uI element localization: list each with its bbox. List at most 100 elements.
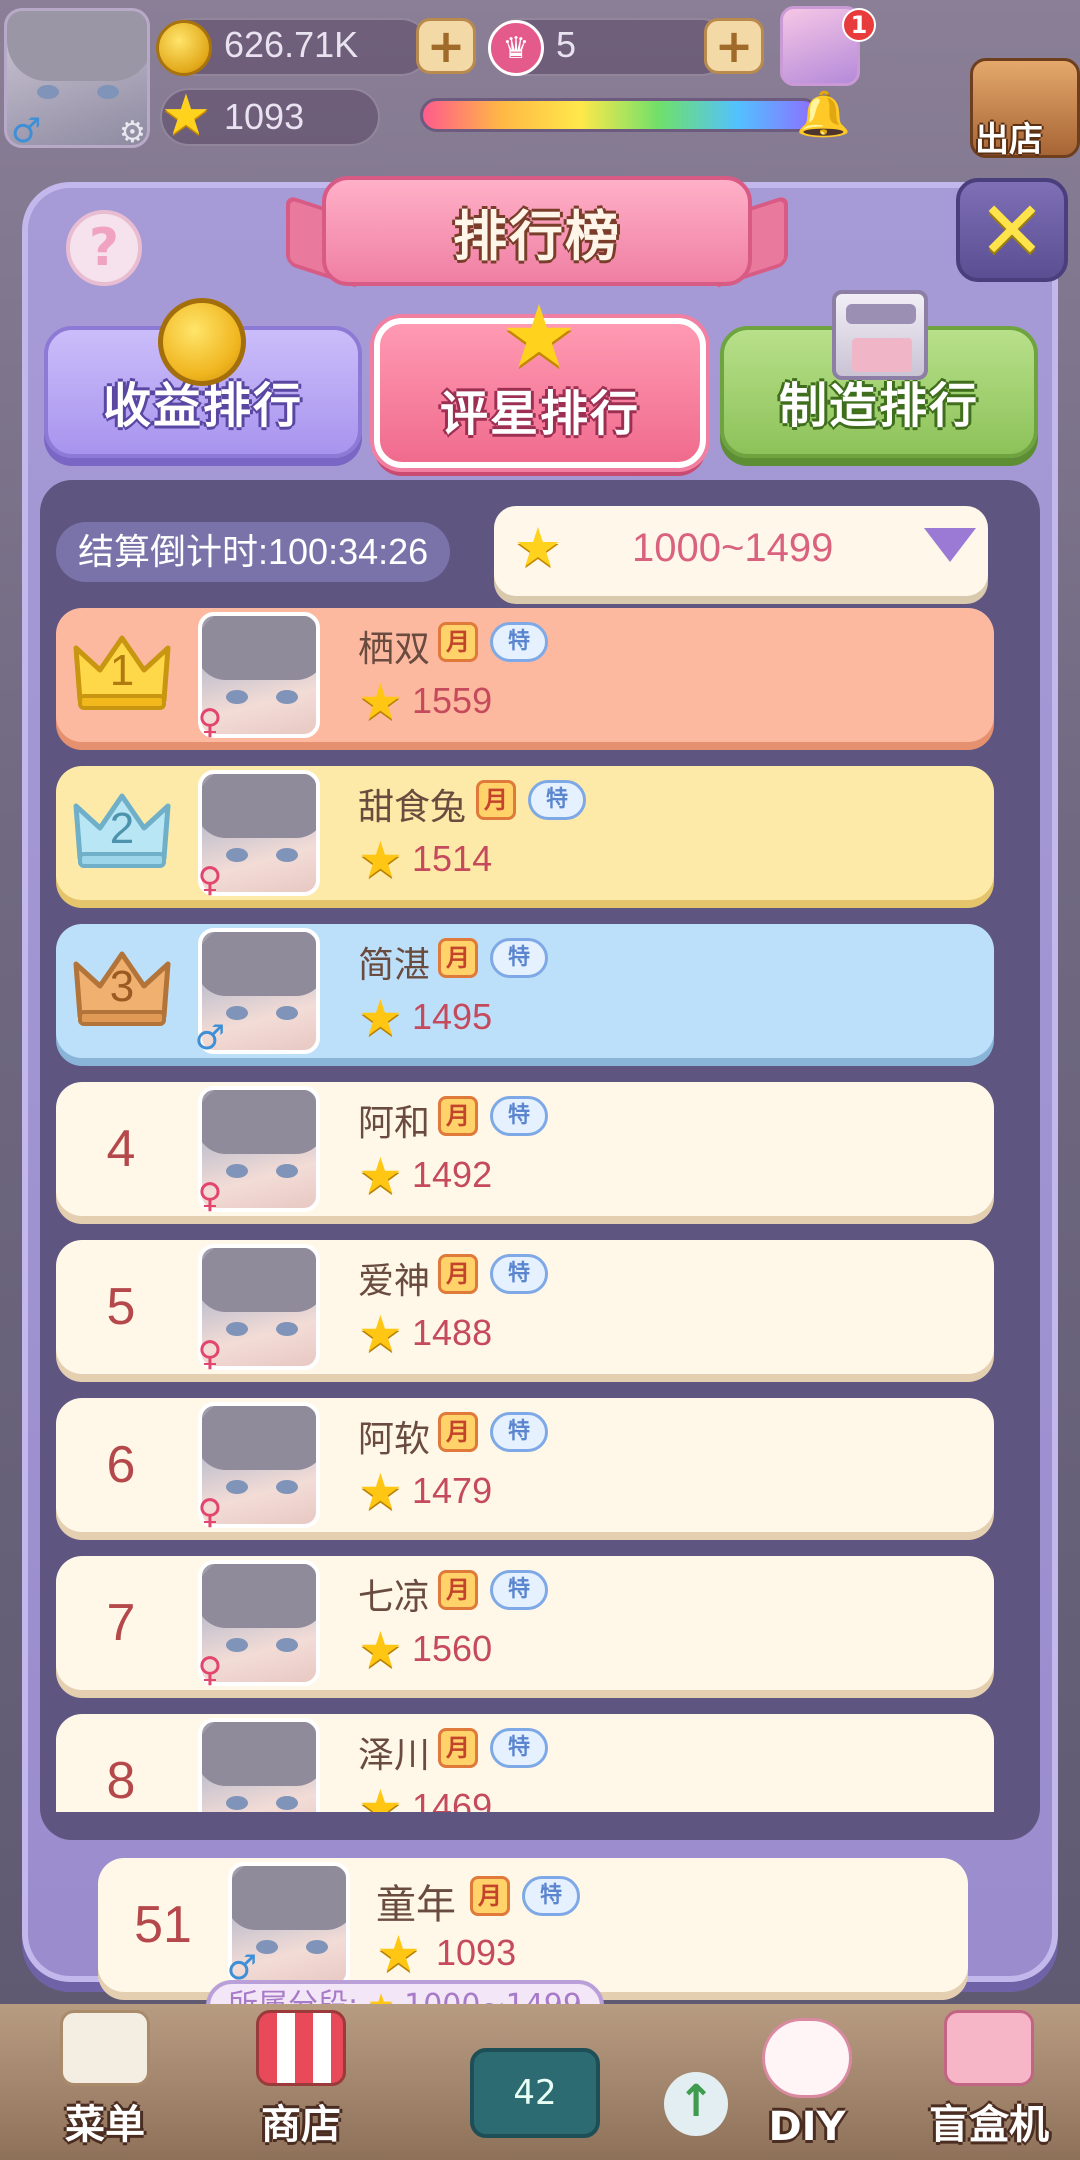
nav-menu[interactable]: 菜单 xyxy=(40,2010,170,2150)
my-ranking-row[interactable]: ♂ 童年 月 特 ★ 1093 xyxy=(98,1858,968,1992)
female-icon: ♀ xyxy=(197,1176,223,1216)
bell-icon[interactable]: 🔔 xyxy=(796,88,851,140)
female-icon: ♀ xyxy=(197,1334,223,1374)
star-icon: ★ xyxy=(358,989,403,1047)
rank-number: 6 xyxy=(106,1436,136,1494)
nav-label: 商店 xyxy=(261,2102,341,2148)
chevron-down-icon[interactable] xyxy=(924,528,976,562)
close-button[interactable]: ✕ xyxy=(956,178,1068,282)
monthly-card-badge: 月 xyxy=(438,1570,478,1610)
rank-number: 4 xyxy=(106,1120,136,1178)
vip-badge: 特 xyxy=(528,780,586,820)
star-icon: ★ xyxy=(358,1621,403,1679)
star-icon: ★ xyxy=(376,1925,421,1983)
rank-number: 1 xyxy=(109,646,135,695)
gear-icon[interactable]: ⚙ xyxy=(119,115,146,145)
player-name: 童年 xyxy=(376,1882,456,1928)
star-icon: ★ xyxy=(358,831,403,889)
vip-badge: 特 xyxy=(490,622,548,662)
store-icon xyxy=(256,2010,346,2086)
star-score: 1559 xyxy=(412,680,493,721)
blind-box-machine-icon xyxy=(944,2010,1034,2086)
coin-icon xyxy=(158,298,246,386)
male-icon: ♂ xyxy=(11,111,42,148)
star-score: 1479 xyxy=(412,1470,493,1511)
male-icon: ♂ xyxy=(194,1018,226,1058)
star-score: 1560 xyxy=(412,1628,493,1669)
vip-badge: 特 xyxy=(490,938,548,978)
monthly-card-badge: 月 xyxy=(470,1876,510,1916)
diy-icon xyxy=(762,2018,852,2098)
star-icon: ★ xyxy=(358,1305,403,1363)
nav-label: DIY xyxy=(768,2104,846,2150)
ranking-row-7[interactable]: 7 ♀ 七凉 月 特 ★ 1560 xyxy=(56,1556,994,1690)
my-rank-number: 51 xyxy=(134,1896,192,1954)
nav-label: 菜单 xyxy=(65,2102,145,2148)
ranking-row-3[interactable]: 3 ♂ 简湛 月 特 ★ 1495 xyxy=(56,924,994,1058)
vip-badge: 特 xyxy=(490,1728,548,1768)
add-coins-button[interactable]: + xyxy=(416,18,476,74)
avatar[interactable] xyxy=(198,1718,320,1812)
shop-button-label: 出店 xyxy=(975,120,1043,160)
monthly-card-badge: 月 xyxy=(438,622,478,662)
range-dropdown-value: 1000~1499 xyxy=(632,526,834,570)
player-name: 栖双 xyxy=(358,629,431,670)
monthly-card-badge: 月 xyxy=(438,1412,478,1452)
nav-blind-box[interactable]: 盲盒机 xyxy=(914,2010,1064,2150)
nav-diy[interactable]: DIY xyxy=(742,2010,872,2150)
nav-shop[interactable]: 商店 xyxy=(236,2010,366,2150)
ranking-row-6[interactable]: 6 ♀ 阿软 月 特 ★ 1479 xyxy=(56,1398,994,1532)
player-name: 阿软 xyxy=(358,1419,431,1460)
star-score: 1495 xyxy=(412,996,493,1037)
notification-badge: 1 xyxy=(842,8,876,42)
help-button[interactable]: ? xyxy=(66,210,142,286)
vip-badge: 特 xyxy=(490,1412,548,1452)
star-score: 1093 xyxy=(436,1932,517,1973)
vip-badge: 特 xyxy=(490,1570,548,1610)
add-crowns-button[interactable]: + xyxy=(704,18,764,74)
female-icon: ♀ xyxy=(197,702,223,742)
star-score: 1469 xyxy=(412,1786,493,1812)
player-avatar[interactable]: ♂ ⚙ xyxy=(4,8,150,148)
ranking-row-8[interactable]: 8 ♂ 泽川 月 特 ★ 1469 xyxy=(56,1714,994,1812)
rank-number: 3 xyxy=(109,962,135,1011)
star-icon: ★ xyxy=(358,1463,403,1521)
monthly-card-badge: 月 xyxy=(476,780,516,820)
female-icon: ♀ xyxy=(197,1650,223,1690)
arrow-up-icon[interactable]: ↑ xyxy=(664,2072,728,2136)
level-progress-bar xyxy=(420,98,820,132)
ranking-rows-viewport[interactable]: 1 ♀ 栖双 月 特 ★ 1559 2 ♀ 甜食兔 月 特 ★ 1514 3 ♂… xyxy=(56,608,996,1812)
player-name: 阿和 xyxy=(358,1103,431,1144)
ranking-row-5[interactable]: 5 ♀ 爱神 月 特 ★ 1488 xyxy=(56,1240,994,1374)
star-icon: ★ xyxy=(500,287,578,387)
coins-value: 626.71K xyxy=(224,24,359,65)
player-name: 爱神 xyxy=(358,1261,431,1302)
ranking-row-1[interactable]: 1 ♀ 栖双 月 特 ★ 1559 xyxy=(56,608,994,742)
star-icon: ★ xyxy=(160,83,212,148)
nav-label: 盲盒机 xyxy=(929,2102,1049,2148)
monthly-card-badge: 月 xyxy=(438,1728,478,1768)
rank-number: 5 xyxy=(106,1278,136,1336)
vip-badge: 特 xyxy=(490,1096,548,1136)
title-ribbon: 排行榜 xyxy=(322,176,752,286)
sewing-machine-icon xyxy=(832,290,928,380)
star-icon: ★ xyxy=(358,673,403,731)
ranking-row-2[interactable]: 2 ♀ 甜食兔 月 特 ★ 1514 xyxy=(56,766,994,900)
rank-number: 2 xyxy=(109,804,135,853)
star-icon: ★ xyxy=(358,1779,403,1812)
male-icon: ♂ xyxy=(190,1808,230,1812)
vip-badge: 特 xyxy=(490,1254,548,1294)
crowns-value: 5 xyxy=(556,24,577,65)
star-icon: ★ xyxy=(513,516,563,579)
monthly-card-badge: 月 xyxy=(438,1254,478,1294)
female-icon: ♀ xyxy=(197,1492,223,1532)
center-counter[interactable]: 42 xyxy=(470,2048,600,2138)
player-name: 七凉 xyxy=(358,1577,431,1618)
rank-number: 7 xyxy=(106,1594,136,1652)
star-score: 1492 xyxy=(412,1154,493,1195)
player-name: 简湛 xyxy=(358,945,431,986)
vip-badge: 特 xyxy=(522,1876,580,1916)
page-title: 排行榜 xyxy=(453,204,621,268)
ranking-row-4[interactable]: 4 ♀ 阿和 月 特 ★ 1492 xyxy=(56,1082,994,1216)
monthly-card-badge: 月 xyxy=(438,938,478,978)
